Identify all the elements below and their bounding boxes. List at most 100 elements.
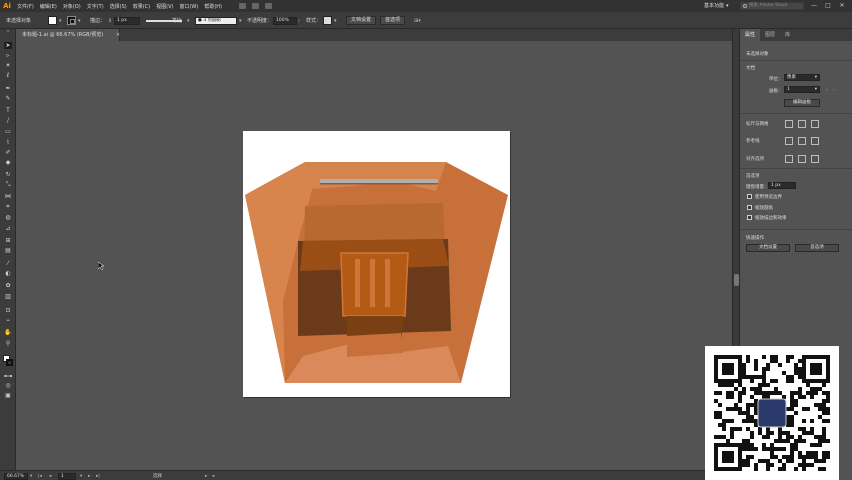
rotate-tool-icon[interactable]: ↻ <box>4 171 12 178</box>
menu-type[interactable]: 文字(T) <box>87 3 104 10</box>
menu-edit[interactable]: 编辑(E) <box>40 3 57 10</box>
first-artboard-icon[interactable]: |◂ <box>38 473 42 480</box>
previous-artboard-icon[interactable]: ◂ <box>49 473 51 480</box>
shape-builder-tool-icon[interactable]: ◍ <box>4 214 12 221</box>
symbol-sprayer-tool-icon[interactable]: ✿ <box>4 282 12 289</box>
fill-dropdown-icon[interactable]: ▾ <box>59 16 62 25</box>
rectangle-tool-icon[interactable]: ▭ <box>4 128 12 135</box>
gradient-tool-icon[interactable]: ▤ <box>4 247 12 254</box>
next-artboard-icon[interactable]: ▸ <box>88 473 90 480</box>
previous-artboard-icon[interactable]: ‹ <box>826 88 828 93</box>
workspace-switcher[interactable]: 基本功能 ▾ <box>704 2 729 10</box>
menu-view[interactable]: 视图(V) <box>156 3 173 10</box>
stroke-swatch[interactable] <box>67 16 76 25</box>
keyboard-increment-field[interactable]: 1 px <box>768 182 796 189</box>
next-artboard-icon[interactable]: › <box>833 88 835 93</box>
document-tab[interactable]: 未标题-1.ai @ 66.67% (RGB/预览) <box>16 29 120 41</box>
width-tool-icon[interactable]: ⋈ <box>4 193 12 200</box>
horizontal-scroll-left-icon[interactable]: ◂ <box>212 473 214 480</box>
stroke-stepper-icon[interactable]: ⇕ <box>108 16 112 25</box>
graphic-style-swatch[interactable] <box>323 16 332 25</box>
document-setup-button[interactable]: 文档设置 <box>746 244 790 252</box>
preferences-button[interactable]: 首选项 <box>795 244 839 252</box>
status-menu-icon[interactable]: ▸ <box>205 473 207 480</box>
screen-mode-icon[interactable]: ▣ <box>4 392 12 399</box>
eyedropper-tool-icon[interactable]: ⁄ <box>4 260 12 267</box>
stroke-color-icon[interactable] <box>6 359 13 366</box>
preferences-button[interactable]: 首选项 <box>380 16 406 25</box>
stroke-style-label[interactable]: 等比 <box>172 16 182 25</box>
show-guides-icon[interactable] <box>785 137 793 145</box>
smart-guides-icon[interactable] <box>811 137 819 145</box>
scale-strokes-checkbox[interactable] <box>747 215 752 220</box>
edit-artboards-button[interactable]: 编辑画板 <box>784 99 820 107</box>
mesh-tool-icon[interactable]: ⊞ <box>4 237 12 244</box>
menu-window[interactable]: 窗口(W) <box>179 3 198 10</box>
blend-tool-icon[interactable]: ◐ <box>4 270 12 277</box>
align-to-key-icon[interactable] <box>811 155 819 163</box>
eraser-tool-icon[interactable]: ◆ <box>4 159 12 166</box>
opacity-field[interactable]: 100% <box>273 16 297 25</box>
lock-guides-icon[interactable] <box>798 137 806 145</box>
zoom-field[interactable]: 66.67% <box>4 473 28 480</box>
type-tool-icon[interactable]: T <box>4 107 12 114</box>
chevron-down-icon[interactable]: ▾ <box>334 16 337 25</box>
shaper-tool-icon[interactable]: ✐ <box>4 149 12 156</box>
brush-definition-field[interactable]: ● 3 点圆形 <box>195 16 237 25</box>
minimize-button[interactable]: — <box>810 2 818 10</box>
perspective-grid-tool-icon[interactable]: ⊿ <box>4 225 12 232</box>
tab-libraries[interactable]: 库 <box>780 29 795 41</box>
zoom-dropdown-icon[interactable]: ▾ <box>30 473 32 480</box>
direct-selection-tool-icon[interactable]: ▹ <box>4 52 12 59</box>
grid-icon[interactable] <box>798 120 806 128</box>
panel-collapse-icon[interactable]: » <box>4 28 12 35</box>
document-setup-button[interactable]: 文档设置 <box>346 16 377 25</box>
close-tab-icon[interactable]: ✕ <box>116 29 120 41</box>
drawing-mode-icon[interactable]: ◎ <box>4 382 12 389</box>
column-graph-tool-icon[interactable]: ▥ <box>4 293 12 300</box>
menu-file[interactable]: 文件(F) <box>17 3 34 10</box>
units-select[interactable]: 像素 ▾ <box>784 74 820 81</box>
arrange-icon[interactable]: ⊞▾ <box>414 16 421 25</box>
menu-effect[interactable]: 效果(C) <box>133 3 150 10</box>
transparency-grid-icon[interactable] <box>811 120 819 128</box>
close-button[interactable]: ✕ <box>838 2 846 10</box>
arrange-documents-icon[interactable] <box>265 3 272 9</box>
use-preview-bounds-checkbox[interactable] <box>747 194 752 199</box>
scale-tool-icon[interactable]: ⤡ <box>4 181 12 188</box>
color-mode-icon[interactable]: ▪▫▪ <box>4 372 12 379</box>
stock-icon[interactable] <box>252 3 259 9</box>
tab-properties[interactable]: 属性 <box>740 29 761 41</box>
maximize-button[interactable]: □ <box>824 2 832 10</box>
room-illustration[interactable] <box>243 131 510 397</box>
artboard-select[interactable]: 1 ▾ <box>784 86 820 93</box>
tab-layers[interactable]: 图层 <box>760 29 780 41</box>
pen-tool-icon[interactable]: ✒ <box>4 85 12 92</box>
free-transform-tool-icon[interactable]: ⌗ <box>4 203 12 210</box>
curvature-tool-icon[interactable]: ✎ <box>4 95 12 102</box>
last-artboard-icon[interactable]: ▸| <box>96 473 100 480</box>
ruler-icon[interactable] <box>785 120 793 128</box>
chevron-down-icon[interactable]: ▾ <box>187 16 190 25</box>
menu-object[interactable]: 对象(O) <box>63 3 81 10</box>
artboard-dropdown-icon[interactable]: ▾ <box>80 473 82 480</box>
lasso-tool-icon[interactable]: ℓ <box>4 72 12 79</box>
scale-corners-checkbox[interactable] <box>747 205 752 210</box>
artboard-number-field[interactable]: 1 <box>58 473 76 480</box>
bridge-icon[interactable] <box>239 3 246 9</box>
align-to-artboard-icon[interactable] <box>798 155 806 163</box>
stroke-dropdown-icon[interactable]: ▾ <box>78 16 81 25</box>
fill-swatch[interactable] <box>48 16 57 25</box>
stroke-weight-field[interactable]: 1 px <box>114 16 140 25</box>
hand-tool-icon[interactable]: ✋ <box>4 329 12 336</box>
selection-tool-icon[interactable]: ➤ <box>4 42 12 49</box>
chevron-down-icon[interactable]: ▾ <box>239 16 242 25</box>
slice-tool-icon[interactable]: ⌁ <box>4 317 12 324</box>
align-to-pixel-icon[interactable] <box>785 155 793 163</box>
stock-search-input[interactable]: 搜索 Adobe Stock <box>740 2 804 10</box>
menu-select[interactable]: 选择(S) <box>110 3 127 10</box>
paintbrush-tool-icon[interactable]: ⌇ <box>4 139 12 146</box>
line-tool-icon[interactable]: / <box>4 117 12 124</box>
chevron-right-icon[interactable]: › <box>298 16 300 25</box>
menu-help[interactable]: 帮助(H) <box>204 3 222 10</box>
